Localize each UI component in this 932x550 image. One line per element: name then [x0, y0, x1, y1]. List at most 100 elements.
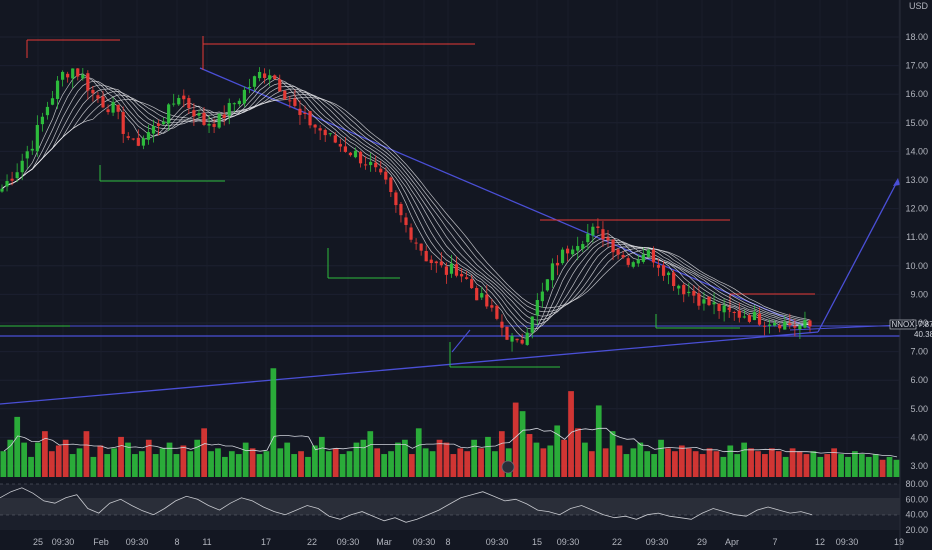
time-tick-label: 8: [445, 537, 450, 547]
candle-body: [91, 89, 95, 94]
candle-body: [449, 263, 454, 274]
candle-body: [237, 100, 241, 105]
candle-body: [15, 172, 19, 179]
candle-body: [207, 123, 211, 126]
price-chart[interactable]: USD 18.00 17.00 16.00 15.00 14.00 13.00 12.00 1…: [0, 0, 932, 550]
volume-bar: [374, 448, 381, 477]
volume-bar: [215, 448, 221, 477]
candle-body: [788, 323, 792, 326]
volume-bar: [706, 448, 713, 477]
candle-body: [252, 76, 257, 87]
volume-bar: [734, 454, 741, 477]
volume-bar: [104, 454, 111, 477]
candle-body: [298, 108, 302, 115]
candle-body: [505, 326, 509, 340]
candle-body: [156, 123, 161, 126]
price-tick-label: 15.00: [905, 118, 928, 128]
volume-bar: [561, 439, 567, 477]
candle-body: [374, 162, 378, 168]
volume-bar: [865, 456, 872, 477]
candle-body: [399, 203, 403, 216]
candle-body: [35, 125, 39, 152]
volume-bar: [367, 431, 374, 477]
candle-body: [475, 287, 479, 301]
time-tick-label: 12: [815, 537, 825, 547]
candle-body: [394, 192, 398, 206]
volume-bar: [159, 448, 166, 477]
candle-body: [747, 315, 751, 322]
candle-body: [606, 237, 610, 241]
candle-body: [485, 294, 489, 307]
last-price-label: 7.87: [918, 320, 932, 329]
candle-body: [136, 137, 140, 146]
candle-body: [611, 239, 615, 253]
candle-body: [697, 293, 701, 306]
candle-body: [717, 303, 721, 312]
candle-body: [222, 114, 226, 118]
candle-body: [798, 325, 802, 330]
candle-body: [626, 258, 630, 265]
volume-bar: [14, 416, 21, 477]
candle-body: [0, 188, 4, 192]
candle-body: [465, 277, 469, 279]
volume-bar: [630, 448, 637, 477]
price-tick-label: 12.00: [905, 204, 928, 214]
candle-body: [348, 152, 353, 156]
time-tick-label: 09:30: [413, 537, 436, 547]
volume-bar: [450, 454, 457, 477]
time-tick-label: 09:30: [557, 537, 580, 547]
volume-bar: [83, 431, 90, 477]
time-tick-label: 22: [307, 537, 317, 547]
volume-bar: [457, 448, 464, 477]
volume-bar: [685, 448, 692, 477]
candle-body: [328, 133, 332, 135]
candle-body: [803, 320, 807, 328]
event-marker-icon[interactable]: [501, 460, 515, 474]
volume-bar: [118, 436, 124, 477]
candle-body: [525, 332, 529, 345]
candle-body: [106, 109, 110, 113]
candle-body: [500, 321, 504, 328]
volume-bar: [879, 459, 886, 477]
candle-body: [50, 98, 55, 105]
price-tick-label: 17.00: [905, 61, 928, 71]
volume-bar: [277, 448, 284, 477]
volume-bar: [893, 459, 900, 477]
candle-body: [71, 68, 75, 79]
time-tick-label: 25: [33, 537, 43, 547]
volume-bar: [519, 411, 526, 477]
candle-body: [268, 75, 272, 80]
candle-body: [303, 112, 307, 114]
candle-body: [318, 128, 322, 131]
price-tick-label: 16.00: [905, 89, 928, 99]
candle-body: [444, 266, 448, 275]
candle-body: [424, 251, 428, 262]
volume-bar: [180, 445, 187, 477]
price-tick-label: 6.00: [910, 375, 928, 385]
volume-bar: [111, 448, 117, 477]
volume-bar: [672, 451, 678, 477]
volume-bar: [526, 434, 533, 477]
candle-body: [333, 135, 337, 143]
candle-body: [379, 168, 383, 173]
volume-bar: [35, 442, 41, 477]
volume-bar: [21, 442, 27, 477]
candle-body: [202, 112, 206, 125]
candle-body: [566, 248, 570, 254]
candle-body: [459, 274, 464, 277]
volume-bar: [173, 454, 180, 477]
candle-body: [273, 75, 277, 80]
candle-body: [263, 73, 267, 78]
candle-body: [722, 305, 726, 313]
volume-bar: [125, 442, 131, 477]
volume-bar: [595, 405, 602, 477]
candle-body: [369, 161, 373, 166]
candle-body: [727, 307, 731, 310]
rsi-tick-label: 80.00: [905, 479, 928, 489]
volume-bar: [132, 454, 138, 477]
candle-body: [586, 233, 590, 243]
volume-bar: [782, 456, 789, 477]
candle-body: [742, 316, 746, 318]
candle-body: [232, 103, 236, 105]
volume-bar: [332, 448, 339, 477]
